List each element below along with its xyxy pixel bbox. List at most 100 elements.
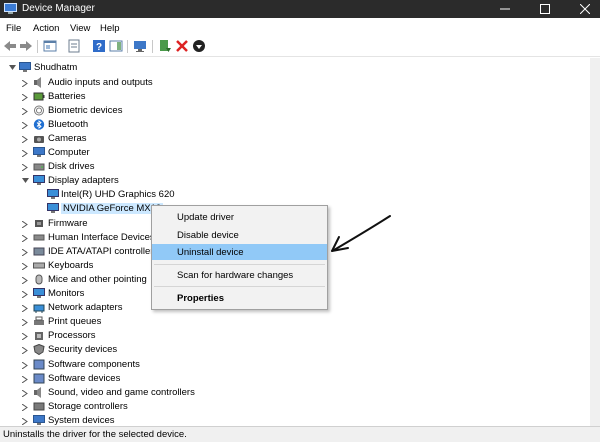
menu-properties[interactable]: Properties bbox=[152, 290, 327, 306]
menu-item-label: Update driver bbox=[177, 212, 235, 223]
software-icon bbox=[33, 373, 45, 384]
menu-separator bbox=[154, 264, 325, 265]
expand-arrow[interactable] bbox=[20, 315, 30, 329]
tree-root[interactable]: Shudhatm bbox=[0, 61, 600, 75]
disk-drive-icon bbox=[33, 163, 45, 171]
expand-arrow[interactable] bbox=[20, 329, 30, 343]
menu-uninstall-device[interactable]: Uninstall device bbox=[152, 244, 327, 260]
expand-arrow[interactable] bbox=[20, 132, 30, 146]
camera-icon bbox=[34, 135, 44, 143]
expand-arrow[interactable] bbox=[20, 231, 30, 245]
tree-category[interactable]: Disk drives bbox=[0, 160, 600, 174]
menu-help[interactable]: Help bbox=[100, 23, 120, 34]
menu-scan-hardware[interactable]: Scan for hardware changes bbox=[152, 267, 327, 283]
tree-category-label: Print queues bbox=[48, 316, 102, 328]
expand-arrow[interactable] bbox=[20, 118, 30, 132]
tree-category[interactable]: Processors bbox=[0, 329, 600, 343]
tree-category[interactable]: System devices bbox=[0, 414, 600, 426]
monitor-icon bbox=[47, 189, 59, 200]
expand-arrow[interactable] bbox=[20, 400, 30, 414]
minimize-button[interactable] bbox=[490, 0, 520, 18]
update-driver-icon[interactable] bbox=[158, 39, 172, 53]
expand-arrow[interactable] bbox=[20, 386, 30, 400]
window-title: Device Manager bbox=[22, 3, 95, 14]
tree-category-label: Biometric devices bbox=[48, 104, 123, 116]
expand-arrow[interactable] bbox=[20, 90, 30, 104]
expand-arrow[interactable] bbox=[20, 372, 30, 386]
menu-update-driver[interactable]: Update driver bbox=[152, 209, 327, 225]
tree-device-label: NVIDIA GeForce MX13 bbox=[61, 203, 164, 215]
expand-arrow[interactable] bbox=[20, 273, 30, 287]
menu-file[interactable]: File bbox=[6, 23, 21, 34]
expand-arrow[interactable] bbox=[20, 146, 30, 160]
tree-device[interactable]: Intel(R) UHD Graphics 620 bbox=[0, 188, 600, 202]
expand-arrow[interactable] bbox=[20, 217, 30, 231]
tree-device-label: Intel(R) UHD Graphics 620 bbox=[61, 189, 175, 201]
expand-arrow[interactable] bbox=[20, 245, 30, 259]
tree-category-label: Keyboards bbox=[48, 259, 94, 271]
tree-category[interactable]: Biometric devices bbox=[0, 104, 600, 118]
menu-view[interactable]: View bbox=[70, 23, 90, 34]
tree-category-label: Software devices bbox=[48, 372, 121, 384]
back-arrow-icon[interactable] bbox=[3, 39, 17, 53]
expand-arrow[interactable] bbox=[20, 174, 30, 188]
expand-arrow[interactable] bbox=[20, 76, 30, 90]
expand-arrow[interactable] bbox=[20, 343, 30, 357]
tree-category-label: Audio inputs and outputs bbox=[48, 76, 153, 88]
uninstall-icon[interactable] bbox=[175, 39, 189, 53]
expand-arrow[interactable] bbox=[7, 61, 17, 75]
tree-category[interactable]: Bluetooth bbox=[0, 118, 600, 132]
tree-category[interactable]: Display adapters bbox=[0, 174, 600, 188]
hid-icon bbox=[33, 234, 45, 241]
properties-window-icon[interactable] bbox=[43, 39, 57, 53]
expand-arrow[interactable] bbox=[20, 301, 30, 315]
tree-category[interactable]: Computer bbox=[0, 146, 600, 160]
expand-arrow[interactable] bbox=[20, 414, 30, 426]
tree-category[interactable]: Storage controllers bbox=[0, 400, 600, 414]
close-button[interactable] bbox=[570, 0, 600, 18]
menu-action[interactable]: Action bbox=[33, 23, 59, 34]
tree-category-label: IDE ATA/ATAPI controllers bbox=[48, 245, 159, 257]
tree-category[interactable]: Software components bbox=[0, 358, 600, 372]
controller-icon bbox=[33, 247, 45, 256]
tree-category[interactable]: Security devices bbox=[0, 343, 600, 357]
expand-arrow[interactable] bbox=[20, 104, 30, 118]
maximize-button[interactable] bbox=[530, 0, 560, 18]
chevron-down-icon bbox=[22, 178, 29, 184]
expand-arrow[interactable] bbox=[20, 160, 30, 174]
enable-device-icon[interactable] bbox=[192, 39, 206, 53]
tree-category-label: Batteries bbox=[48, 90, 86, 102]
help-icon[interactable]: ? bbox=[92, 39, 106, 53]
tree-category[interactable]: Print queues bbox=[0, 315, 600, 329]
storage-icon bbox=[33, 402, 45, 411]
expand-arrow[interactable] bbox=[20, 358, 30, 372]
chevron-right-icon bbox=[22, 79, 28, 87]
chevron-right-icon bbox=[22, 319, 28, 327]
scan-monitor-icon[interactable] bbox=[133, 39, 147, 53]
bluetooth-icon bbox=[33, 119, 45, 130]
tree-category[interactable]: Audio inputs and outputs bbox=[0, 76, 600, 90]
document-icon[interactable] bbox=[67, 39, 81, 53]
monitor-icon bbox=[33, 175, 45, 186]
tree-category[interactable]: Batteries bbox=[0, 90, 600, 104]
chevron-right-icon bbox=[22, 276, 28, 284]
vertical-scrollbar[interactable] bbox=[590, 58, 600, 426]
tree-category[interactable]: Cameras bbox=[0, 132, 600, 146]
menu-item-label: Uninstall device bbox=[177, 247, 244, 258]
tree-category[interactable]: Sound, video and game controllers bbox=[0, 386, 600, 400]
tree-category-label: Monitors bbox=[48, 288, 85, 299]
expand-arrow[interactable] bbox=[20, 259, 30, 273]
menu-disable-device[interactable]: Disable device bbox=[152, 227, 327, 243]
battery-icon bbox=[33, 92, 45, 101]
expand-arrow[interactable] bbox=[20, 287, 30, 301]
chevron-right-icon bbox=[22, 220, 28, 228]
tree-category-label: Disk drives bbox=[48, 161, 95, 173]
tree-category[interactable]: Software devices bbox=[0, 372, 600, 386]
chevron-right-icon bbox=[22, 305, 28, 313]
status-text: Uninstalls the driver for the selected d… bbox=[3, 429, 187, 440]
chevron-right-icon bbox=[22, 361, 28, 369]
action-pane-icon[interactable] bbox=[109, 39, 123, 53]
forward-arrow-icon[interactable] bbox=[19, 39, 33, 53]
menu-separator bbox=[154, 286, 325, 287]
keyboard-icon bbox=[33, 262, 45, 269]
